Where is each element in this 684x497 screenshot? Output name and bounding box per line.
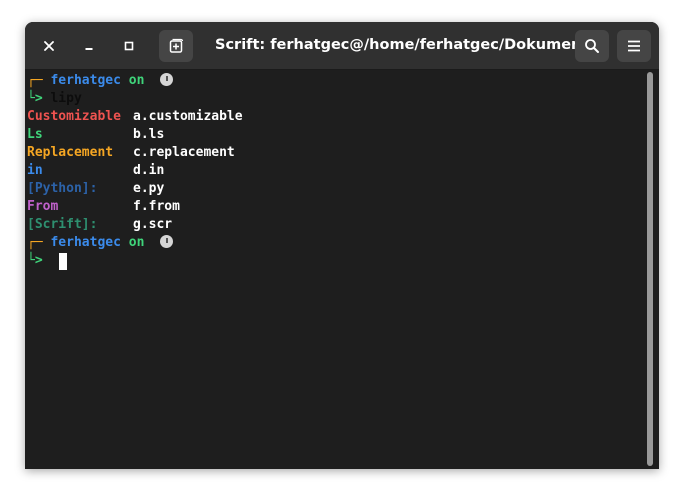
search-button[interactable] [575, 30, 609, 62]
list-item: [Python]: e.py [27, 180, 164, 198]
prompt-bracket: ┌─ [27, 235, 43, 250]
list-item: [Scrift]: g.scr [27, 216, 172, 234]
output-label: Ls [27, 127, 43, 142]
scrollbar[interactable] [647, 72, 653, 466]
output-value: c.replacement [133, 145, 235, 160]
menu-button[interactable] [617, 30, 651, 62]
list-item: in d.in [27, 162, 164, 180]
list-item: Customizable a.customizable [27, 108, 243, 126]
output-value: e.py [133, 181, 165, 196]
output-value: f.from [133, 199, 180, 214]
new-tab-icon [169, 38, 184, 53]
output-label: [Python]: [27, 181, 98, 196]
search-icon [585, 39, 599, 53]
output-label: in [27, 163, 43, 178]
output-label: From [27, 199, 59, 214]
terminal-window: Scrift: ferhatgec@/home/ferhatgec/Dokume… [25, 22, 659, 469]
input-line[interactable]: └> [27, 252, 43, 270]
minimize-button[interactable] [77, 34, 101, 58]
clock-icon [160, 235, 174, 248]
command-text: lipy [50, 91, 82, 106]
clock-icon [160, 73, 174, 86]
close-icon [44, 41, 54, 51]
output-label: Replacement [27, 145, 114, 160]
output-value: d.in [133, 163, 165, 178]
prompt-on: on [128, 73, 145, 88]
maximize-button[interactable] [117, 34, 141, 58]
list-item: Replacement c.replacement [27, 144, 235, 162]
prompt-on: on [128, 235, 145, 250]
maximize-icon [124, 41, 134, 51]
minimize-icon [85, 48, 93, 50]
output-value: g.scr [133, 217, 173, 232]
command-line: └> lipy [27, 90, 82, 108]
output-label: [Scrift]: [27, 217, 98, 232]
prompt-line: ┌─ ferhatgec on [27, 72, 174, 90]
prompt-bracket: ┌─ [27, 73, 43, 88]
list-item: From f.from [27, 198, 180, 216]
terminal-content[interactable]: ┌─ ferhatgec on └> lipy Customizable a.cu… [25, 70, 645, 469]
prompt-arrow: └> [27, 91, 43, 106]
output-value: a.customizable [133, 109, 243, 124]
text-cursor [59, 253, 67, 270]
hamburger-menu-icon [628, 40, 640, 52]
prompt-line: ┌─ ferhatgec on [27, 234, 174, 252]
prompt-user: ferhatgec [50, 73, 121, 88]
prompt-user: ferhatgec [50, 235, 121, 250]
header-bar: Scrift: ferhatgec@/home/ferhatgec/Dokume… [25, 22, 659, 70]
close-button[interactable] [37, 34, 61, 58]
output-label: Customizable [27, 109, 121, 124]
window-title: Scrift: ferhatgec@/home/ferhatgec/Dokume… [215, 37, 599, 53]
new-tab-button[interactable] [159, 30, 193, 62]
list-item: Ls b.ls [27, 126, 164, 144]
output-value: b.ls [133, 127, 165, 142]
prompt-arrow: └> [27, 253, 43, 268]
